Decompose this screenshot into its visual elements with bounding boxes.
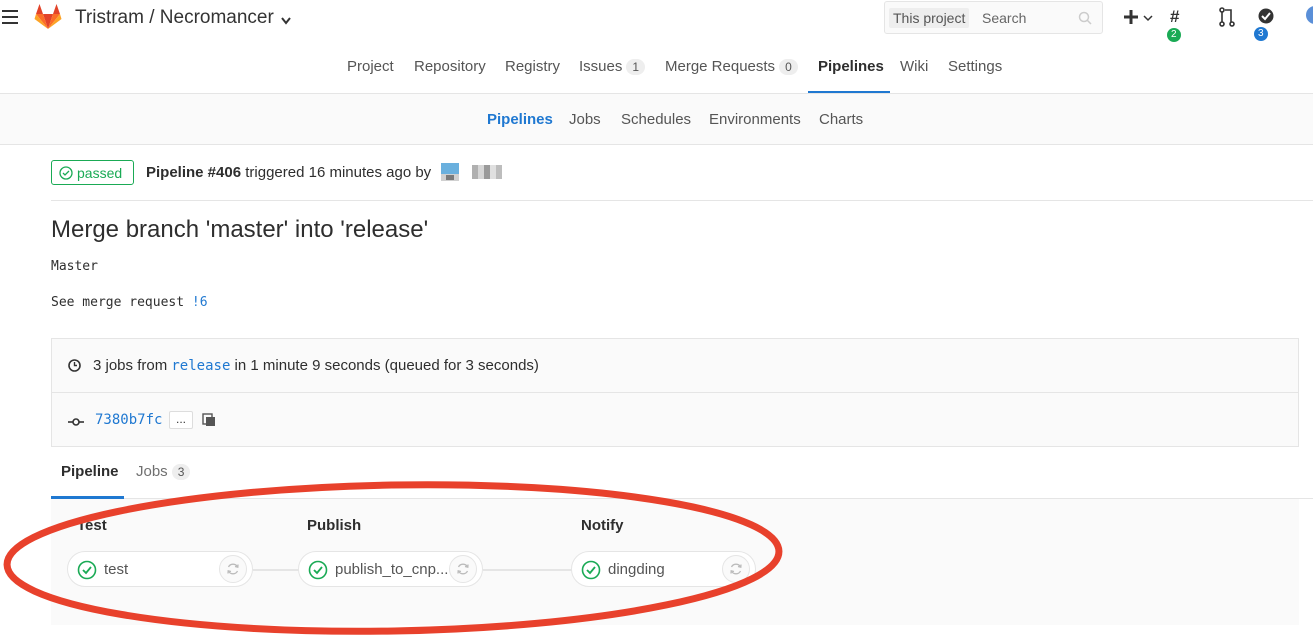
plus-icon[interactable] bbox=[1124, 8, 1154, 32]
stage-connector bbox=[253, 569, 299, 571]
retry-icon bbox=[730, 563, 742, 575]
search-icon bbox=[1078, 11, 1092, 29]
subnav-charts[interactable]: Charts bbox=[819, 111, 863, 128]
job-name: dingding bbox=[608, 561, 665, 578]
search-input[interactable]: Search bbox=[982, 10, 1026, 26]
project-nav: Project Repository Registry Issues 1 Merg… bbox=[0, 40, 1313, 94]
pipeline-graph: Test Publish Notify test publish_to_cnp.… bbox=[51, 499, 1299, 625]
issues-count: 1 bbox=[626, 59, 646, 75]
tab-jobs[interactable]: Jobs 3 bbox=[136, 463, 191, 480]
subnav-pipelines[interactable]: Pipelines bbox=[487, 111, 553, 128]
pipeline-triggered-text: triggered 16 minutes ago by bbox=[241, 164, 432, 181]
merge-requests-count: 0 bbox=[779, 59, 798, 75]
divider bbox=[51, 200, 1313, 201]
success-icon bbox=[581, 560, 601, 584]
active-nav-indicator bbox=[808, 91, 890, 93]
nav-repository[interactable]: Repository bbox=[414, 58, 486, 75]
merge-request-link[interactable]: !6 bbox=[192, 295, 208, 310]
tab-pipeline[interactable]: Pipeline bbox=[61, 463, 119, 480]
nav-settings[interactable]: Settings bbox=[948, 58, 1002, 75]
commit-description-line2: See merge request !6 bbox=[51, 295, 208, 310]
retry-icon bbox=[457, 563, 469, 575]
stage-connector bbox=[483, 569, 572, 571]
clipboard-icon[interactable] bbox=[202, 413, 216, 431]
nav-project[interactable]: Project bbox=[347, 58, 394, 75]
retry-button[interactable] bbox=[219, 555, 247, 583]
commit-icon bbox=[68, 414, 84, 431]
nav-merge-requests[interactable]: Merge Requests 0 bbox=[665, 58, 798, 75]
commit-title: Merge branch 'master' into 'release' bbox=[51, 216, 429, 243]
status-label: passed bbox=[77, 165, 123, 181]
status-badge[interactable]: passed bbox=[51, 160, 134, 185]
tab-jobs-label: Jobs bbox=[136, 463, 168, 480]
nav-issues[interactable]: Issues 1 bbox=[579, 58, 646, 75]
gitlab-logo[interactable] bbox=[34, 3, 62, 34]
nav-issues-label: Issues bbox=[579, 58, 623, 75]
retry-button[interactable] bbox=[449, 555, 477, 583]
subnav-schedules[interactable]: Schedules bbox=[621, 111, 691, 128]
pipeline-id: Pipeline #406 bbox=[146, 164, 242, 181]
jobs-summary-prefix: 3 jobs from bbox=[93, 357, 172, 374]
subnav-jobs[interactable]: Jobs bbox=[569, 111, 601, 128]
todos-count-badge: 3 bbox=[1254, 27, 1268, 41]
pipeline-info: Pipeline #406 triggered 16 minutes ago b… bbox=[146, 164, 431, 181]
avatar[interactable] bbox=[441, 163, 459, 181]
success-icon bbox=[308, 560, 328, 584]
nav-wiki[interactable]: Wiki bbox=[900, 58, 928, 75]
retry-icon bbox=[227, 563, 239, 575]
stage-title-test: Test bbox=[77, 517, 107, 534]
redacted-username bbox=[472, 165, 502, 179]
stage-title-notify: Notify bbox=[581, 517, 624, 534]
stage-title-publish: Publish bbox=[307, 517, 362, 534]
project-title[interactable]: Tristram / Necromancer bbox=[75, 7, 274, 29]
job-name: publish_to_cnp... bbox=[335, 561, 449, 578]
job-publish[interactable]: publish_to_cnp... bbox=[298, 551, 483, 587]
search-box[interactable]: This project Search bbox=[884, 1, 1103, 34]
job-test[interactable]: test bbox=[67, 551, 253, 587]
chevron-down-icon[interactable] bbox=[281, 12, 291, 29]
expand-commit-button[interactable]: ... bbox=[169, 411, 193, 429]
subnav-environments[interactable]: Environments bbox=[709, 111, 801, 128]
nav-merge-requests-label: Merge Requests bbox=[665, 58, 776, 75]
pipeline-info-box: 3 jobs from release in 1 minute 9 second… bbox=[51, 338, 1299, 447]
user-avatar[interactable] bbox=[1306, 6, 1313, 24]
search-scope-label: This project bbox=[889, 8, 970, 28]
check-circle-icon bbox=[59, 166, 73, 180]
jobs-summary-suffix: in 1 minute 9 seconds (queued for 3 seco… bbox=[230, 357, 539, 374]
branch-link[interactable]: release bbox=[171, 358, 230, 374]
pipeline-tabs: Pipeline Jobs 3 bbox=[51, 448, 1313, 499]
hamburger-icon[interactable] bbox=[2, 10, 18, 24]
success-icon bbox=[77, 560, 97, 584]
merge-request-icon[interactable] bbox=[1219, 7, 1235, 31]
nav-pipelines[interactable]: Pipelines bbox=[818, 58, 884, 75]
job-name: test bbox=[104, 561, 129, 578]
jobs-summary: 3 jobs from release in 1 minute 9 second… bbox=[93, 357, 539, 374]
commit-description-line1: Master bbox=[51, 259, 98, 274]
retry-button[interactable] bbox=[722, 555, 750, 583]
sub-nav: Pipelines Jobs Schedules Environments Ch… bbox=[0, 94, 1313, 145]
job-notify[interactable]: dingding bbox=[571, 551, 756, 587]
jobs-count: 3 bbox=[171, 464, 191, 480]
top-header: Tristram / Necromancer This project Sear… bbox=[0, 0, 1313, 42]
description-prefix: See merge request bbox=[51, 295, 192, 310]
clock-icon bbox=[68, 359, 81, 376]
nav-registry[interactable]: Registry bbox=[505, 58, 560, 75]
commit-sha-link[interactable]: 7380b7fc bbox=[95, 412, 162, 428]
